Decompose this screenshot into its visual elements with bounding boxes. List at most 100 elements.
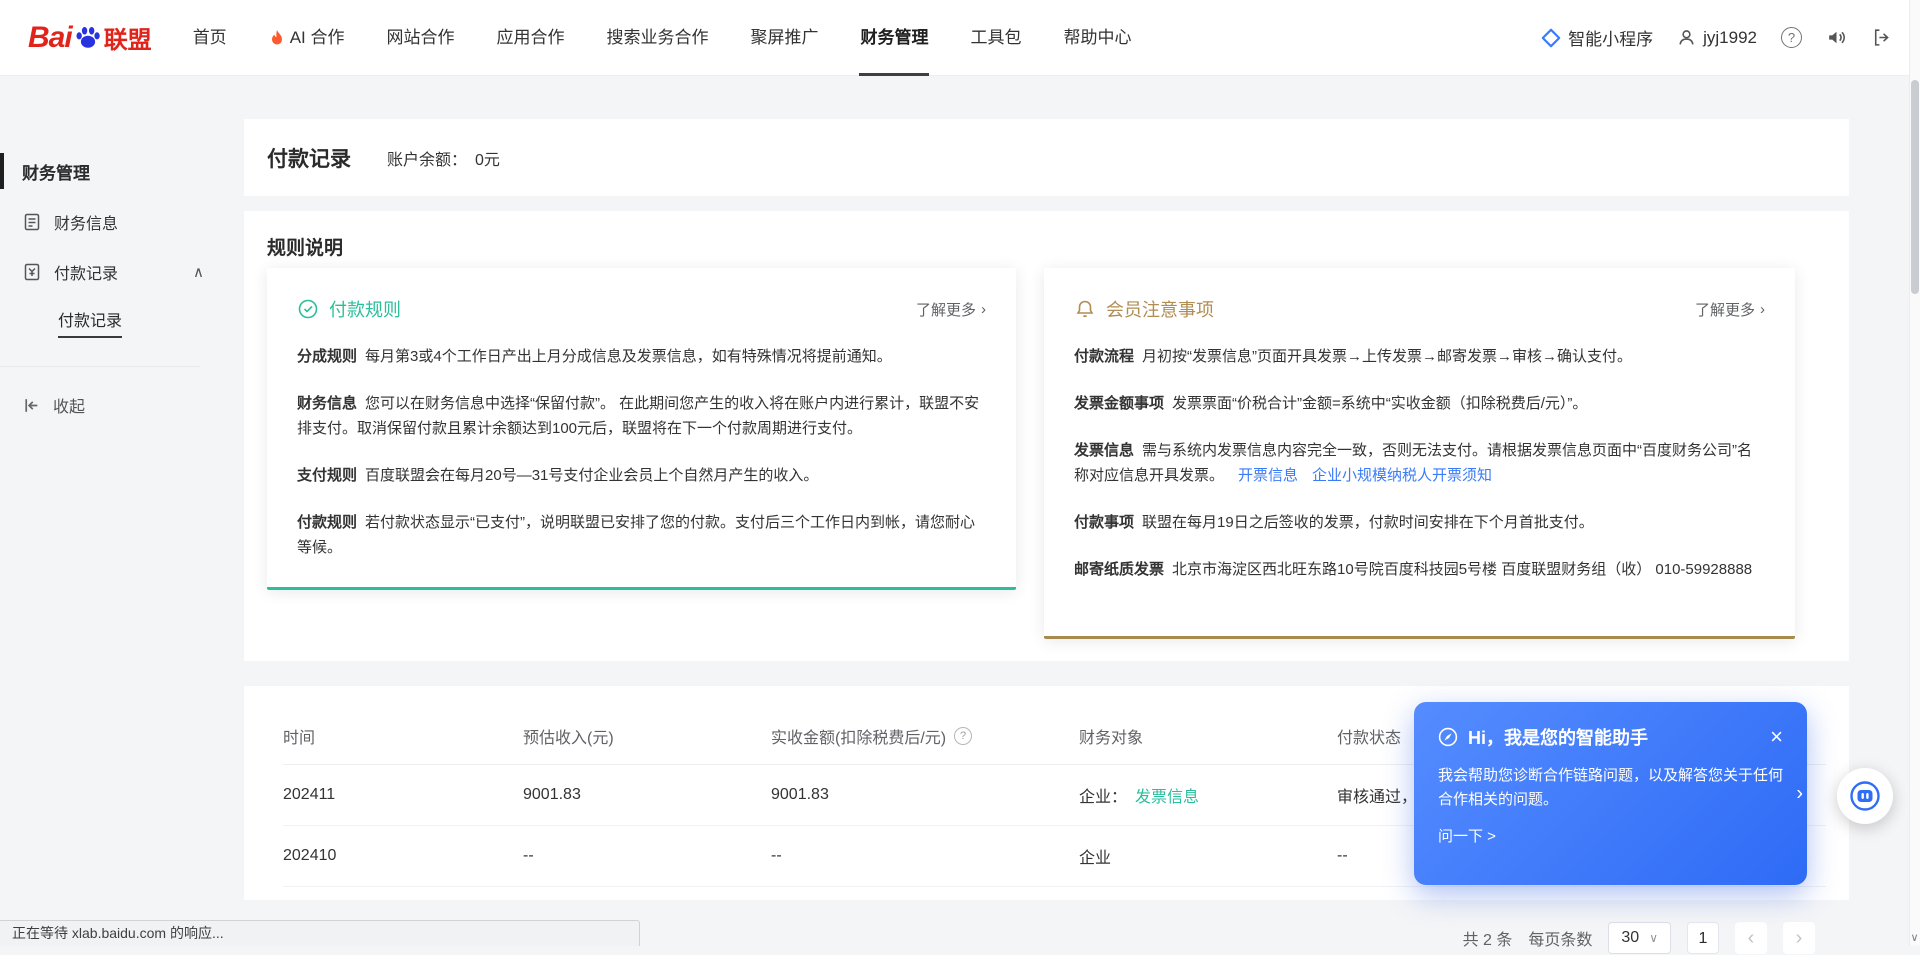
rule-text: 联盟在每月19日之后签收的发票，付款时间安排在下个月首批支付。 (1142, 514, 1594, 531)
help-glyph: ? (1788, 30, 1795, 45)
rule-label: 分成规则 (297, 348, 357, 365)
mini-program-icon (1541, 28, 1561, 48)
nav-item-finance-management[interactable]: 财务管理 (839, 0, 949, 76)
total-count: 共 2 条 (1463, 926, 1513, 950)
username: jyj1992 (1703, 28, 1757, 48)
rule-text: 月初按“发票信息”页面开具发票→上传发票→邮寄发票→审核→确认支付。 (1142, 348, 1632, 365)
per-page-label: 每页条数 (1528, 926, 1592, 950)
rule-item: 邮寄纸质发票北京市海淀区西北旺东路10号院百度科技园5号楼 百度联盟财务组（收）… (1074, 557, 1765, 582)
invoice-info-link[interactable]: 发票信息 (1135, 783, 1199, 807)
rule-item: 发票金额事项发票票面“价税合计”金额=系统中“实收金额（扣除税费后/元）”。 (1074, 391, 1765, 416)
small-taxpayer-notice-link[interactable]: 企业小规模纳税人开票须知 (1312, 467, 1492, 484)
rule-item: 支付规则百度联盟会在每月20号—31号支付企业会员上个自然月产生的收入。 (297, 463, 986, 488)
mini-program-entry[interactable]: 智能小程序 (1541, 25, 1653, 50)
announcement-speaker-icon[interactable] (1826, 27, 1847, 48)
mini-program-label: 智能小程序 (1568, 25, 1653, 50)
rule-text: 您可以在财务信息中选择“保留付款”。 在此期间您产生的收入将在账户内进行累计，联… (297, 395, 979, 437)
cell-estimated: 9001.83 (523, 786, 771, 804)
topnav-right: 智能小程序 jyj1992 ? (1541, 25, 1892, 50)
payment-rules-icon (297, 298, 319, 320)
rule-item: 付款流程月初按“发票信息”页面开具发票→上传发票→邮寄发票→审核→确认支付。 (1074, 344, 1765, 369)
rule-item: 发票信息需与系统内发票信息内容完全一致，否则无法支付。请根据发票信息页面中“百度… (1074, 438, 1765, 488)
page-number-current[interactable]: 1 (1687, 922, 1719, 954)
help-icon[interactable]: ? (1781, 27, 1802, 48)
scrollbar-track[interactable]: ∨ (1909, 0, 1920, 946)
member-notes-more-link[interactable]: 了解更多› (1695, 299, 1765, 320)
member-notes-title: 会员注意事项 (1106, 296, 1214, 322)
nav-item-juping-promotion[interactable]: 聚屏推广 (729, 0, 839, 76)
cell-actual: 9001.83 (771, 786, 1079, 804)
rules-section-title: 规则说明 (267, 233, 1826, 260)
nav-item-label: 聚屏推广 (750, 0, 818, 76)
rules-cards: 付款规则 了解更多› 分成规则每月第3或4个工作日产出上月分成信息及发票信息，如… (267, 268, 1826, 639)
chevron-right-icon: › (1760, 301, 1765, 318)
main-nav: 首页 AI 合作 网站合作 应用合作 搜索业务合作 聚屏推广 财务管理 工具包 … (172, 0, 1153, 76)
assistant-popup: Hi，我是您的智能助手 × 我会帮助您诊断合作链路问题，以及解答您关于任何合作相… (1414, 702, 1807, 885)
rule-text: 发票票面“价税合计”金额=系统中“实收金额（扣除税费后/元）”。 (1172, 395, 1587, 412)
col-actual-amount: 实收金额(扣除税费后/元) ? (771, 724, 1079, 748)
scrollbar-thumb[interactable] (1911, 80, 1919, 294)
chevron-right-icon: › (1796, 927, 1803, 950)
column-help-icon[interactable]: ? (954, 727, 972, 745)
rule-label: 支付规则 (297, 467, 357, 484)
logout-icon[interactable] (1871, 27, 1892, 48)
per-page-select[interactable]: 30 ∨ (1608, 922, 1671, 954)
account-balance: 账户余额：0元 (387, 146, 500, 170)
cell-estimated: -- (523, 847, 771, 865)
rule-text: 百度联盟会在每月20号—31号支付企业会员上个自然月产生的收入。 (365, 467, 818, 484)
more-label: 了解更多 (916, 299, 976, 320)
cell-time: 202410 (283, 847, 523, 865)
rule-item: 付款事项联盟在每月19日之后签收的发票，付款时间安排在下个月首批支付。 (1074, 510, 1765, 535)
rule-label: 付款流程 (1074, 348, 1134, 365)
page-title: 付款记录 (267, 143, 351, 173)
nav-item-ai-cooperation[interactable]: AI 合作 (248, 0, 366, 76)
nav-item-label: 搜索业务合作 (606, 0, 708, 76)
col-finance-entity: 财务对象 (1079, 724, 1337, 748)
prev-page-button[interactable]: ‹ (1735, 922, 1767, 954)
rule-text: 北京市海淀区西北旺东路10号院百度科技园5号楼 百度联盟财务组（收） 010-5… (1172, 561, 1752, 578)
assistant-robot-button[interactable] (1837, 768, 1893, 824)
sidebar-section-finance-management[interactable]: 财务管理 (0, 153, 244, 189)
balance-label: 账户余额： (387, 152, 467, 169)
nav-item-label: 首页 (193, 0, 227, 76)
logo-text-bai: Bai (28, 21, 72, 55)
nav-item-label: AI 合作 (290, 0, 345, 76)
rule-item: 财务信息您可以在财务信息中选择“保留付款”。 在此期间您产生的收入将在账户内进行… (297, 391, 986, 441)
sidebar-item-finance-info[interactable]: 财务信息 (0, 204, 244, 240)
rule-text: 每月第3或4个工作日产出上月分成信息及发票信息，如有特殊情况将提前通知。 (365, 348, 892, 365)
scroll-down-icon[interactable]: ∨ (1909, 931, 1920, 944)
nav-item-app-cooperation[interactable]: 应用合作 (475, 0, 585, 76)
cell-entity: 企业：发票信息 (1079, 783, 1337, 807)
assistant-title: Hi，我是您的智能助手 (1468, 724, 1648, 750)
robot-icon (1848, 779, 1882, 813)
sidebar-divider (0, 366, 200, 367)
nav-item-help-center[interactable]: 帮助中心 (1042, 0, 1152, 76)
next-page-button[interactable]: › (1783, 922, 1815, 954)
payment-rules-more-link[interactable]: 了解更多› (916, 299, 986, 320)
rule-item: 付款规则若付款状态显示“已支付”，说明联盟已安排了您的付款。支付后三个工作日内到… (297, 510, 986, 560)
chevron-down-icon: ∨ (1649, 931, 1658, 945)
rule-label: 邮寄纸质发票 (1074, 561, 1164, 578)
baidu-union-logo[interactable]: Bai 联盟 (28, 20, 152, 55)
sidebar-subitem-payment-record[interactable]: 付款记录 (0, 304, 244, 340)
popup-chevron-right-icon[interactable]: › (1796, 782, 1803, 805)
close-icon[interactable]: × (1770, 726, 1783, 748)
nav-item-toolkit[interactable]: 工具包 (949, 0, 1042, 76)
cell-time: 202411 (283, 786, 523, 804)
nav-item-website-cooperation[interactable]: 网站合作 (365, 0, 475, 76)
member-notes-card: 会员注意事项 了解更多› 付款流程月初按“发票信息”页面开具发票→上传发票→邮寄… (1044, 268, 1795, 639)
rule-label: 付款规则 (297, 514, 357, 531)
nav-item-search-business[interactable]: 搜索业务合作 (585, 0, 729, 76)
nav-item-home[interactable]: 首页 (172, 0, 248, 76)
sidebar-subitem-label: 付款记录 (58, 307, 122, 338)
assistant-ask-link[interactable]: 问一下 > (1438, 825, 1783, 846)
chevron-left-icon: ‹ (1748, 927, 1755, 950)
user-account[interactable]: jyj1992 (1677, 28, 1757, 48)
flame-icon (269, 29, 285, 47)
cell-entity: 企业 (1079, 844, 1337, 868)
sidebar-collapse-button[interactable]: 收起 (0, 387, 244, 423)
rule-label: 发票信息 (1074, 442, 1134, 459)
billing-info-link[interactable]: 开票信息 (1238, 467, 1298, 484)
nav-item-label: 财务管理 (860, 0, 928, 76)
sidebar-item-payment-record[interactable]: 付款记录 ∧ (0, 254, 244, 290)
